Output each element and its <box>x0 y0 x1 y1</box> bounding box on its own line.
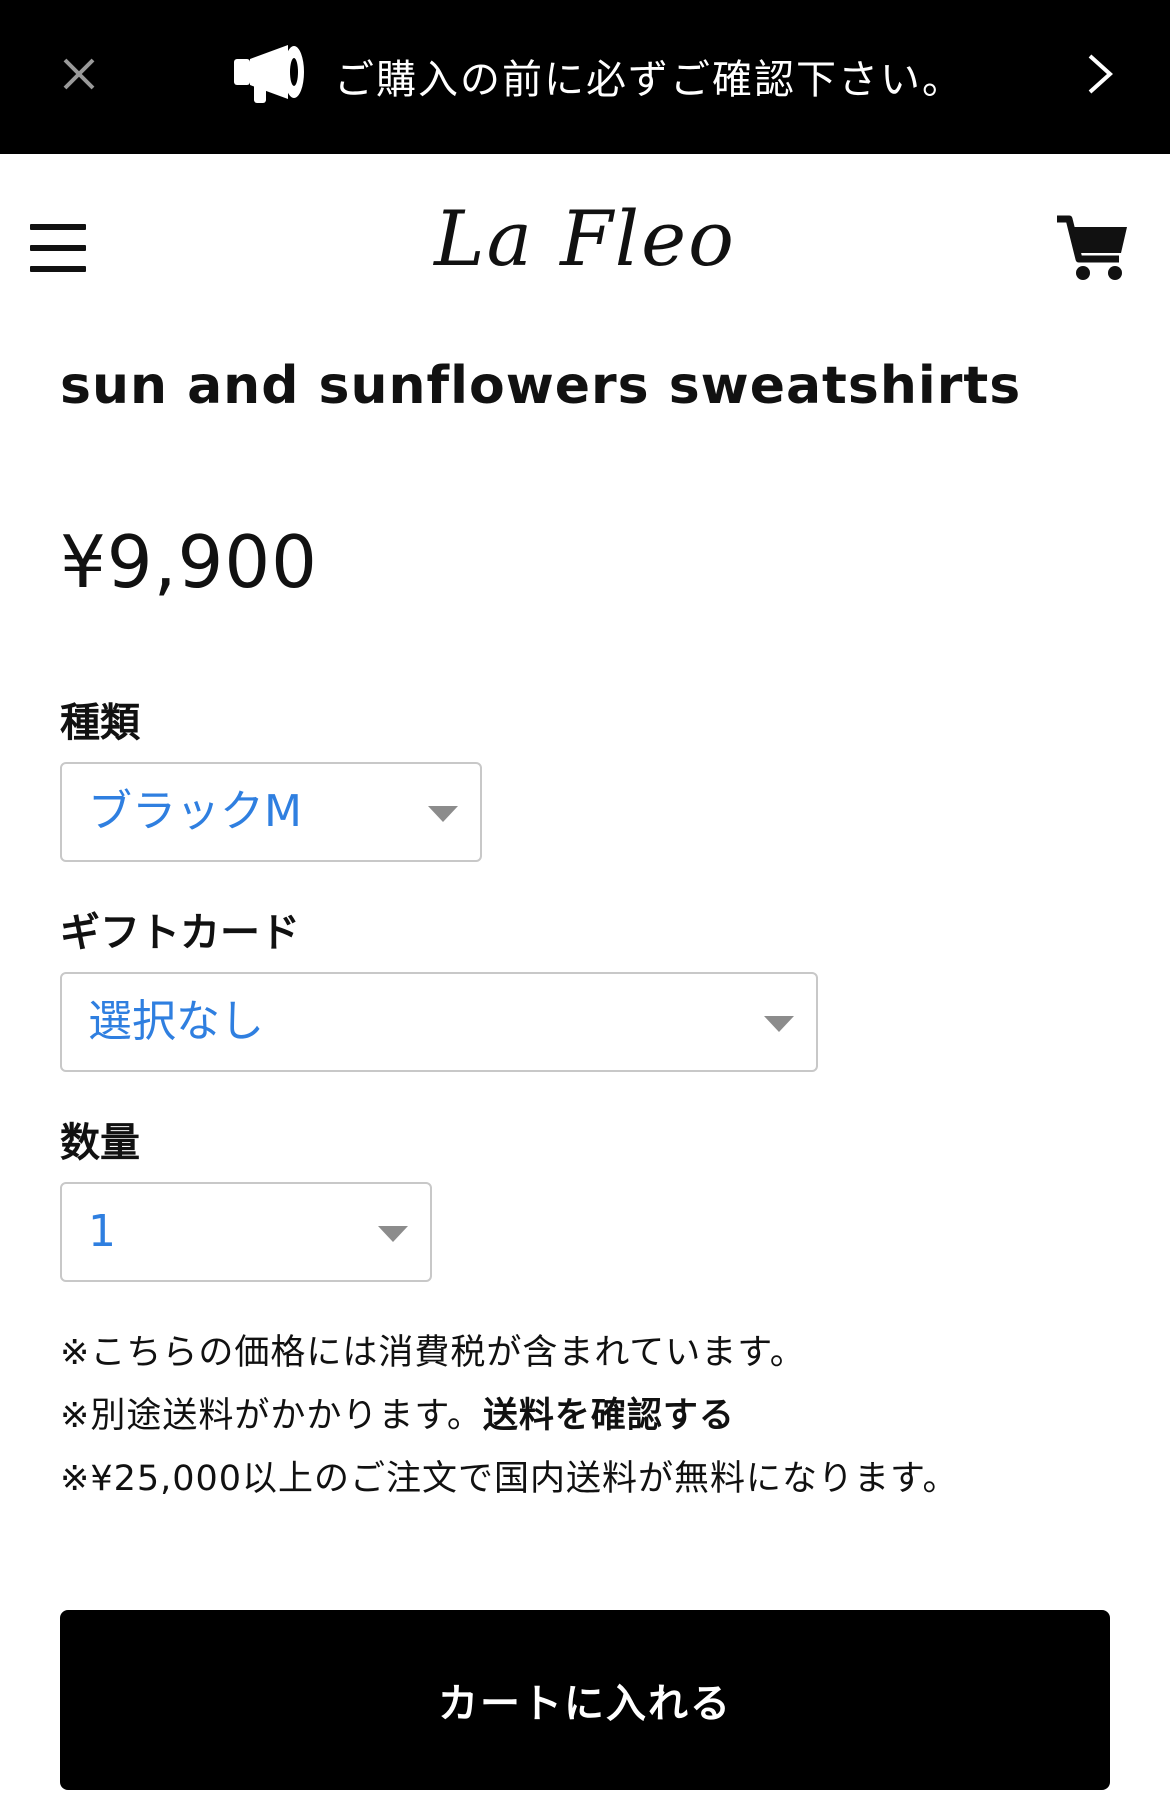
announcement-bar: ご購入の前に必ずご確認下さい。 <box>0 0 1170 154</box>
quantity-select-value: 1 <box>88 1206 116 1257</box>
shipping-note-text: ※別途送料がかかります。 <box>60 1396 483 1436</box>
cart-icon[interactable] <box>1055 209 1131 285</box>
dropdown-arrow-icon <box>428 806 458 822</box>
tax-note: ※こちらの価格には消費税が含まれています。 <box>60 1333 806 1373</box>
shipping-note: ※別途送料がかかります。送料を確認する <box>60 1387 735 1438</box>
product-title: sun and sunflowers sweatshirts <box>60 356 1022 416</box>
hamburger-menu-icon[interactable] <box>30 224 86 276</box>
type-label: 種類 <box>60 700 140 746</box>
dropdown-arrow-icon <box>764 1016 794 1032</box>
announcement-link[interactable]: ご購入の前に必ずご確認下さい。 <box>232 38 964 114</box>
quantity-select[interactable]: 1 <box>60 1182 432 1282</box>
free-shipping-note: ※¥25,000以上のご注文で国内送料が無料になります。 <box>60 1459 959 1499</box>
gift-card-label: ギフトカード <box>60 910 300 956</box>
gift-card-select[interactable]: 選択なし <box>60 972 818 1072</box>
gift-card-select-value: 選択なし <box>88 996 264 1047</box>
site-logo[interactable]: La Fleo <box>360 194 810 283</box>
close-icon[interactable] <box>54 46 104 102</box>
shipping-check-link[interactable]: 送料を確認する <box>483 1396 735 1436</box>
type-select[interactable]: ブラックM <box>60 762 482 862</box>
product-price: ¥9,900 <box>60 520 318 604</box>
type-select-value: ブラックM <box>88 786 302 837</box>
chevron-right-icon[interactable] <box>1080 44 1120 104</box>
site-header: La Fleo <box>0 154 1170 334</box>
announcement-text: ご購入の前に必ずご確認下さい。 <box>334 57 964 103</box>
dropdown-arrow-icon <box>378 1226 408 1242</box>
megaphone-icon <box>232 43 308 109</box>
quantity-label: 数量 <box>60 1120 140 1166</box>
add-to-cart-button[interactable]: カートに入れる <box>60 1610 1110 1790</box>
